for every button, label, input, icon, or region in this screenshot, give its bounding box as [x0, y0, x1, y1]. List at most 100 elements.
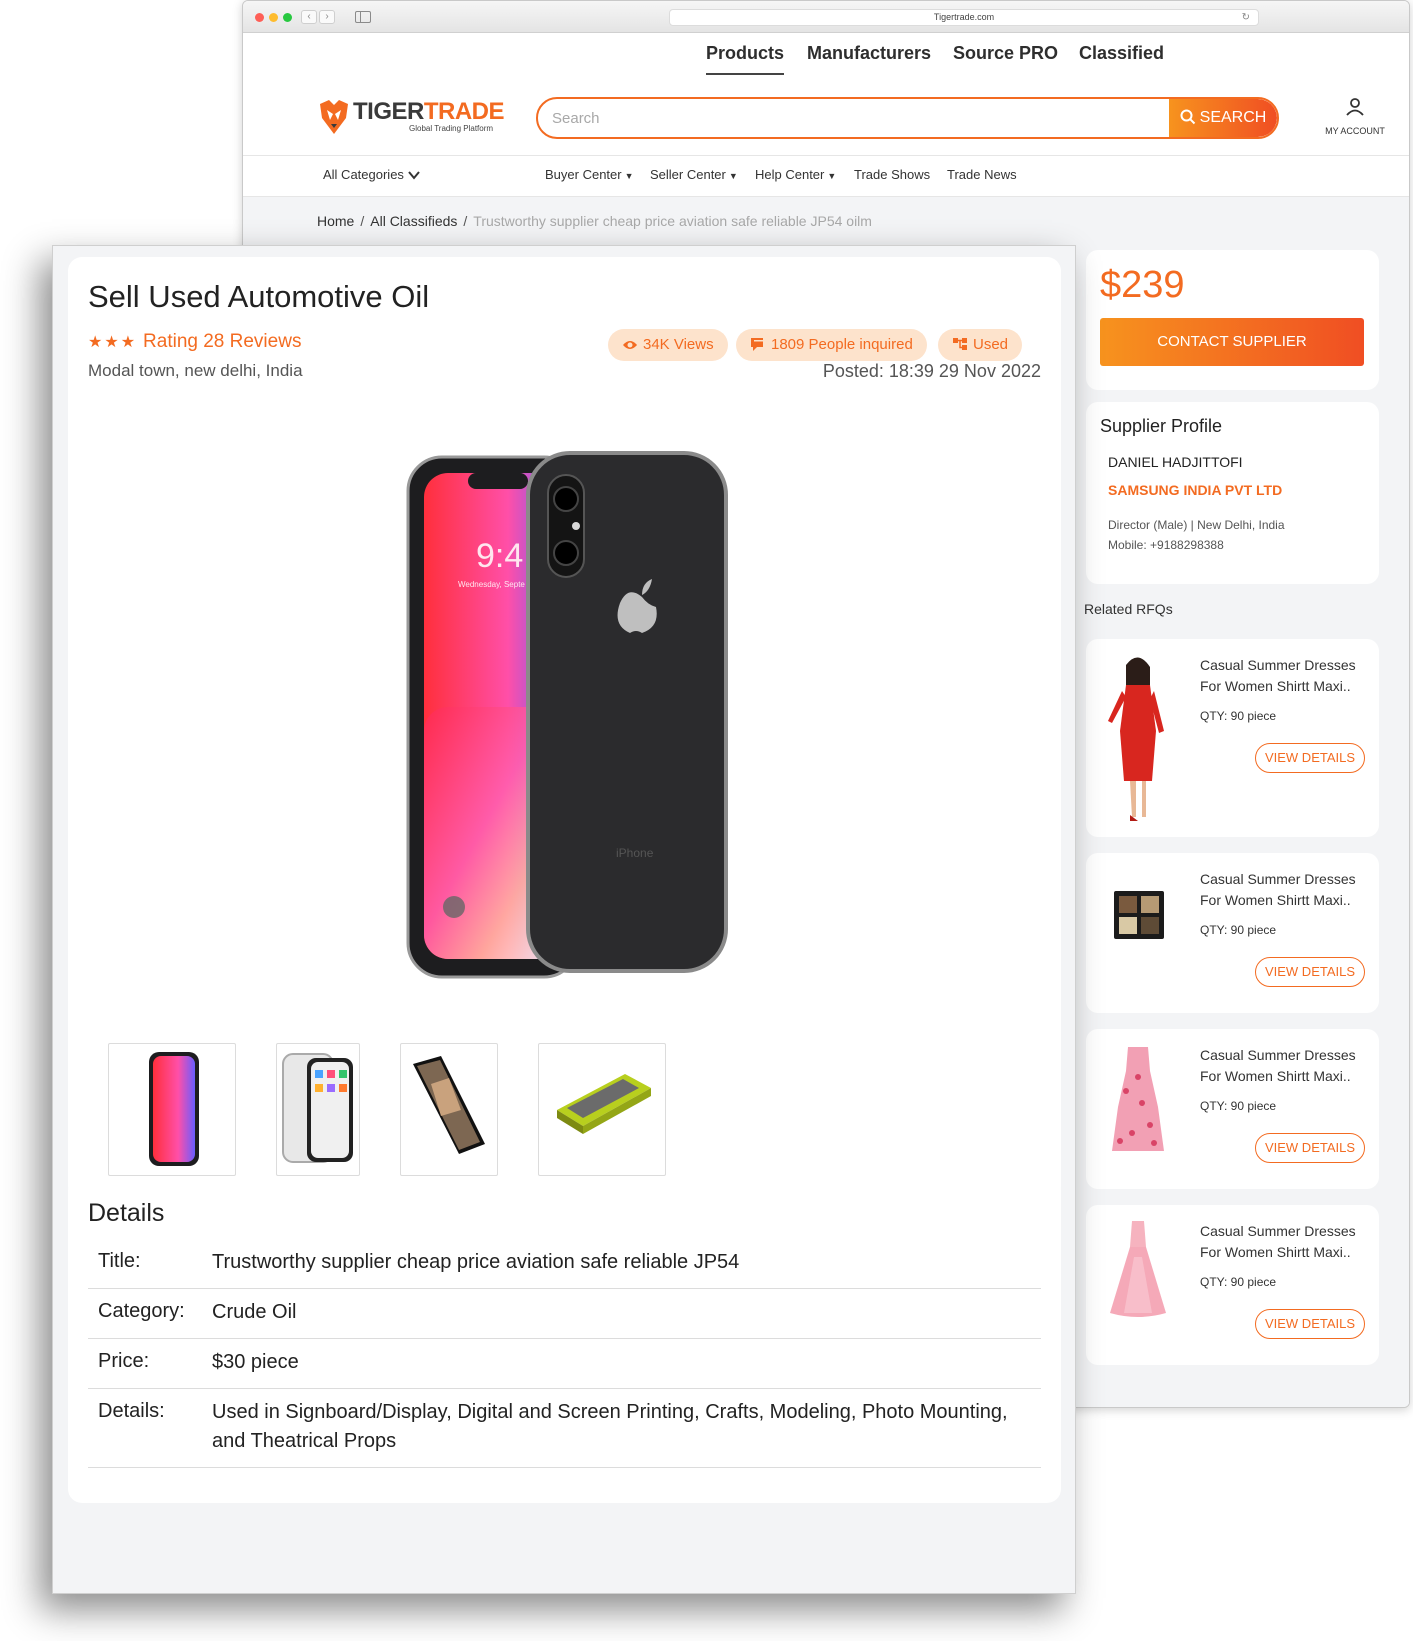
top-nav: Products Manufacturers Source PRO Classi… [243, 33, 1409, 77]
nav-manufacturers[interactable]: Manufacturers [807, 43, 931, 64]
detail-label: Category: [98, 1300, 185, 1322]
breadcrumb-current: Trustworthy supplier cheap price aviatio… [473, 213, 872, 229]
thumbnail-4[interactable] [538, 1043, 666, 1176]
rfq-name[interactable]: Casual Summer Dresses For Women Shirtt M… [1200, 655, 1372, 697]
rfq-qty: QTY: 90 piece [1200, 1099, 1277, 1113]
supplier-name: DANIEL HADJITTOFI [1108, 454, 1243, 470]
sitemap-icon [953, 338, 967, 350]
thumbnail-2[interactable] [276, 1043, 360, 1176]
condition-badge: Used [938, 329, 1023, 361]
maximize-window-icon[interactable] [283, 13, 292, 22]
details-row-details: Details: Used in Signboard/Display, Digi… [88, 1390, 1041, 1468]
search-button[interactable]: SEARCH [1169, 99, 1277, 137]
buyer-center-menu[interactable]: Buyer Center ▼ [545, 167, 634, 182]
chat-icon [751, 338, 766, 351]
svg-text:9:4: 9:4 [476, 537, 523, 575]
supplier-role: Director (Male) | New Delhi, India [1108, 518, 1285, 532]
eye-icon [623, 341, 637, 349]
all-categories-dropdown[interactable]: All Categories [323, 167, 420, 182]
details-card: Details Title: Trustworthy supplier chea… [68, 1177, 1061, 1503]
svg-text:Wednesday, Septe: Wednesday, Septe [458, 580, 525, 589]
listing-detail-panel: Sell Used Automotive Oil ★★★ Rating 28 Re… [52, 245, 1076, 1594]
view-details-button[interactable]: VIEW DETAILS [1255, 1309, 1365, 1339]
details-row-category: Category: Crude Oil [88, 1290, 1041, 1339]
address-bar[interactable]: Tigertrade.com ↻ [669, 9, 1259, 26]
detail-label: Details: [98, 1400, 165, 1422]
seller-center-menu[interactable]: Seller Center ▼ [650, 167, 738, 182]
price-panel: $239 CONTACT SUPPLIER [1086, 250, 1379, 390]
rfq-card: Casual Summer Dresses For Women Shirtt M… [1086, 639, 1379, 837]
listing-location: Modal town, new delhi, India [88, 361, 303, 380]
details-row-price: Price: $30 piece [88, 1340, 1041, 1389]
rfq-name[interactable]: Casual Summer Dresses For Women Shirtt M… [1200, 1045, 1372, 1087]
minimize-window-icon[interactable] [269, 13, 278, 22]
breadcrumb-all-classifieds[interactable]: All Classifieds [370, 213, 457, 229]
caret-down-icon: ▼ [624, 171, 634, 181]
eyeshadow-palette-image[interactable] [1096, 887, 1180, 943]
rating-text: Rating 28 Reviews [143, 331, 302, 352]
url-text: Tigertrade.com [933, 12, 995, 22]
details-heading: Details [88, 1199, 165, 1227]
detail-value: Used in Signboard/Display, Digital and S… [212, 1401, 1008, 1452]
supplier-company-link[interactable]: SAMSUNG INDIA PVT LTD [1108, 482, 1282, 498]
secondary-nav: All Categories Buyer Center ▼ Seller Cent… [243, 155, 1409, 197]
help-center-menu[interactable]: Help Center ▼ [755, 167, 836, 182]
logo-wordmark: TIGERTRADE [353, 98, 505, 125]
detail-value: $30 piece [212, 1351, 299, 1373]
view-details-button[interactable]: VIEW DETAILS [1255, 743, 1365, 773]
reload-icon[interactable]: ↻ [1242, 10, 1250, 25]
trade-news-link[interactable]: Trade News [947, 167, 1017, 182]
posted-date: Posted: 18:39 29 Nov 2022 [822, 361, 1041, 381]
contact-supplier-button[interactable]: CONTACT SUPPLIER [1100, 318, 1364, 366]
search-input[interactable] [552, 99, 1132, 137]
tigertrade-logo[interactable]: TIGERTRADE Global Trading Platform [317, 98, 512, 136]
nav-source-pro[interactable]: Source PRO [953, 43, 1058, 64]
my-account-label: MY ACCOUNT [1325, 126, 1385, 136]
sidebar-toggle-icon[interactable] [355, 11, 371, 23]
back-arrow-icon[interactable]: ‹ [301, 10, 317, 24]
pink-gown-image[interactable] [1096, 1217, 1180, 1321]
red-dress-model-image[interactable] [1096, 651, 1180, 823]
rfq-qty: QTY: 90 piece [1200, 1275, 1277, 1289]
rfq-card: Casual Summer Dresses For Women Shirtt M… [1086, 1205, 1379, 1365]
my-account[interactable]: MY ACCOUNT [1315, 97, 1395, 136]
view-details-button[interactable]: VIEW DETAILS [1255, 957, 1365, 987]
nav-classified[interactable]: Classified [1079, 43, 1164, 64]
details-row-title: Title: Trustworthy supplier cheap price … [88, 1241, 1041, 1289]
logo-tagline: Global Trading Platform [409, 124, 494, 133]
price-value: $239 [1100, 264, 1185, 306]
svg-text:iPhone: iPhone [616, 846, 654, 860]
rfq-name[interactable]: Casual Summer Dresses For Women Shirtt M… [1200, 1221, 1372, 1263]
rfq-qty: QTY: 90 piece [1200, 923, 1277, 937]
tiger-head-icon [320, 100, 348, 134]
main-product-image[interactable]: 9:4 Wednesday, Septe iPhone [398, 447, 738, 987]
trade-shows-link[interactable]: Trade Shows [854, 167, 930, 182]
forward-arrow-icon[interactable]: › [319, 10, 335, 24]
caret-down-icon: ▼ [728, 171, 738, 181]
browser-titlebar: ‹ › Tigertrade.com ↻ [243, 1, 1409, 33]
rfq-name[interactable]: Casual Summer Dresses For Women Shirtt M… [1200, 869, 1372, 911]
green-case-thumbnail [557, 1074, 651, 1134]
supplier-profile-heading: Supplier Profile [1100, 416, 1223, 436]
thumbnail-1[interactable] [108, 1043, 236, 1176]
rating[interactable]: ★★★ Rating 28 Reviews [88, 331, 301, 353]
rfq-card: Casual Summer Dresses For Women Shirtt M… [1086, 1029, 1379, 1189]
supplier-mobile: Mobile: +9188298388 [1108, 538, 1224, 552]
breadcrumb-home[interactable]: Home [317, 213, 354, 229]
screen-protector-thumbnail [413, 1056, 485, 1154]
related-rfqs-heading: Related RFQs [1084, 601, 1173, 617]
clear-case-thumbnail [282, 1053, 353, 1163]
phone-front-thumbnail [149, 1052, 199, 1166]
caret-down-icon: ▼ [827, 171, 837, 181]
detail-label: Title: [98, 1250, 141, 1272]
nav-products[interactable]: Products [706, 43, 785, 75]
search-button-label: SEARCH [1199, 109, 1267, 126]
close-window-icon[interactable] [255, 13, 264, 22]
chevron-down-icon [407, 171, 420, 180]
detail-value: Crude Oil [212, 1301, 297, 1323]
thumbnail-3[interactable] [400, 1043, 498, 1176]
listing-title: Sell Used Automotive Oil [88, 279, 430, 314]
search-bar: SEARCH [536, 97, 1279, 139]
floral-dress-image[interactable] [1096, 1041, 1180, 1165]
view-details-button[interactable]: VIEW DETAILS [1255, 1133, 1365, 1163]
